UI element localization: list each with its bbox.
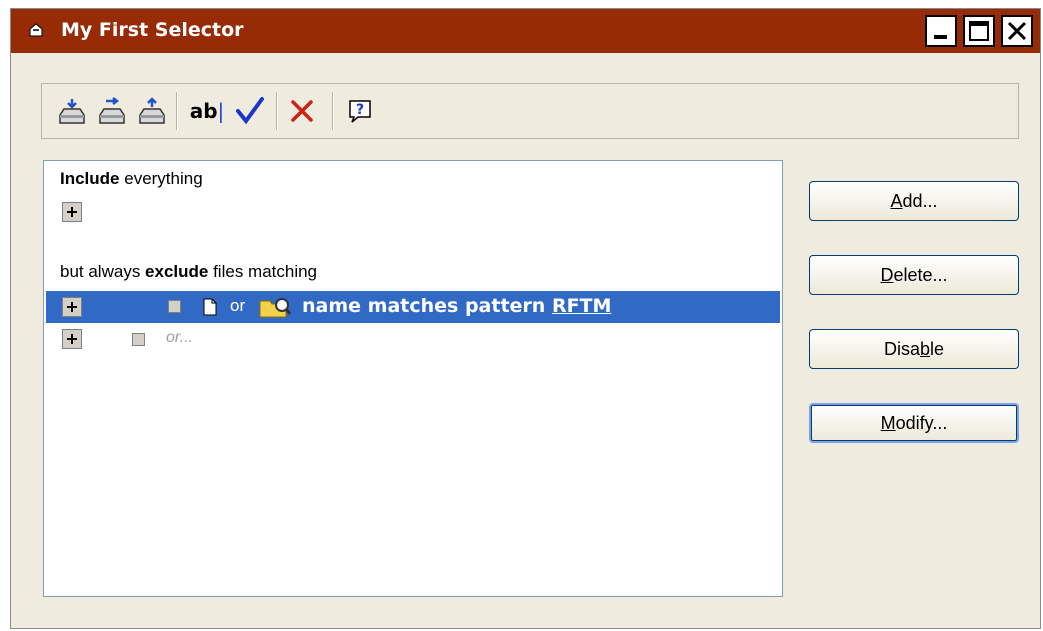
disable-label-pre: Disa	[883, 338, 920, 359]
selector-window: My First Selector ab| ? Include everythi…	[10, 8, 1041, 629]
exclude-keyword: exclude	[145, 262, 209, 281]
toolbar: ab| ?	[41, 83, 1019, 139]
rename-icon: ab|	[190, 99, 225, 123]
help-icon: ?	[349, 100, 371, 123]
tray-add-icon	[59, 99, 85, 124]
modify-label-post: odify...	[895, 412, 948, 433]
modify-button[interactable]: Modify...	[809, 403, 1019, 443]
remove-button[interactable]	[284, 92, 320, 130]
tray-up-button[interactable]	[134, 92, 170, 130]
maximize-icon	[969, 21, 989, 41]
tray-move-button[interactable]	[94, 92, 130, 130]
toolbar-separator	[176, 92, 178, 130]
delete-icon	[291, 100, 313, 122]
selector-app-icon	[29, 23, 43, 37]
maximize-button[interactable]	[963, 15, 995, 47]
criterion-condition-text: name matches pattern	[302, 295, 552, 317]
modify-accelerator: M	[880, 412, 896, 433]
apply-button[interactable]	[232, 92, 268, 130]
exclude-prefix: but always	[60, 262, 146, 281]
expand-include-button[interactable]	[62, 202, 82, 222]
checkmark-icon	[236, 97, 264, 125]
title-bar[interactable]: My First Selector	[11, 9, 1040, 53]
rename-cursor: |	[217, 99, 225, 123]
add-accelerator: A	[890, 190, 903, 211]
disable-label-post: le	[930, 338, 945, 359]
pattern-link[interactable]: RFTM	[552, 295, 611, 317]
tray-up-icon	[139, 97, 165, 124]
include-keyword: Include	[60, 169, 120, 188]
toolbar-separator	[332, 92, 334, 130]
rename-button[interactable]: ab|	[186, 92, 228, 130]
window-title: My First Selector	[61, 19, 244, 41]
criterion-or-label: or	[230, 296, 246, 315]
tray-add-button[interactable]	[54, 92, 90, 130]
rename-label: ab	[189, 99, 218, 123]
criterion-condition: name matches pattern RFTM	[302, 295, 611, 317]
disable-accelerator: b	[919, 338, 930, 359]
tray-move-icon	[99, 97, 125, 124]
delete-accelerator: D	[880, 264, 894, 285]
add-label-post: dd...	[902, 190, 938, 211]
file-icon	[203, 298, 217, 316]
delete-label-post: elete...	[893, 264, 948, 285]
new-or-placeholder[interactable]: or...	[166, 329, 193, 347]
criterion-checkbox[interactable]	[168, 300, 181, 313]
new-criterion-checkbox[interactable]	[132, 333, 145, 346]
include-text: everything	[119, 169, 203, 188]
disable-button[interactable]: Disa b le	[809, 329, 1019, 369]
minimize-icon	[934, 35, 947, 39]
help-button[interactable]: ?	[342, 92, 378, 130]
close-button[interactable]	[1001, 15, 1033, 47]
criteria-list[interactable]: Include everything but always exclude fi…	[43, 160, 783, 597]
add-button[interactable]: Add...	[809, 181, 1019, 221]
toolbar-separator	[276, 92, 278, 130]
exclude-text: files matching	[208, 262, 318, 281]
close-icon	[1007, 21, 1027, 41]
svg-text:?: ?	[356, 102, 364, 118]
folder-search-icon	[259, 298, 292, 318]
exclude-line: but always exclude files matching	[60, 262, 317, 282]
selected-criterion-row[interactable]: or name matches pattern RFTM	[46, 291, 780, 323]
expand-criterion-button[interactable]	[62, 297, 82, 317]
delete-button[interactable]: Delete...	[809, 255, 1019, 295]
include-line: Include everything	[60, 169, 203, 189]
expand-new-criterion-button[interactable]	[62, 329, 82, 349]
minimize-button[interactable]	[925, 15, 957, 47]
